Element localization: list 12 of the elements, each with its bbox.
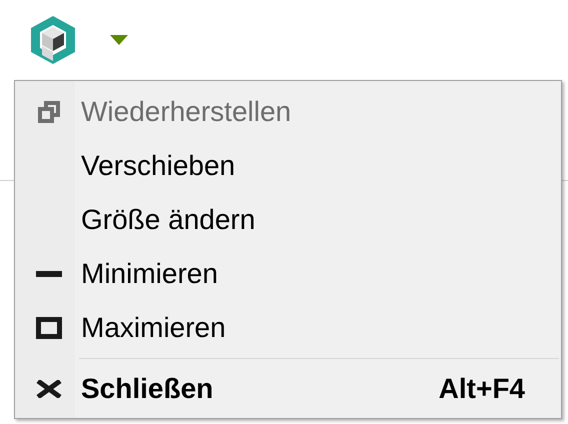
menu-item[interactable]: Maximieren [17,301,559,355]
app-logo-icon[interactable] [30,15,76,65]
dropdown-caret-icon[interactable] [110,35,128,45]
menu-item[interactable]: Minimieren [17,247,559,301]
close-icon [36,380,62,398]
menu-item[interactable]: Verschieben [17,139,559,193]
maximize-icon [36,317,62,339]
menu-item[interactable]: Größe ändern [17,193,559,247]
minimize-icon [36,271,62,277]
menu-item[interactable]: Schließen Alt+F4 [17,362,559,416]
shortcut-label: Alt+F4 [438,373,526,405]
restore-icon [38,101,60,123]
